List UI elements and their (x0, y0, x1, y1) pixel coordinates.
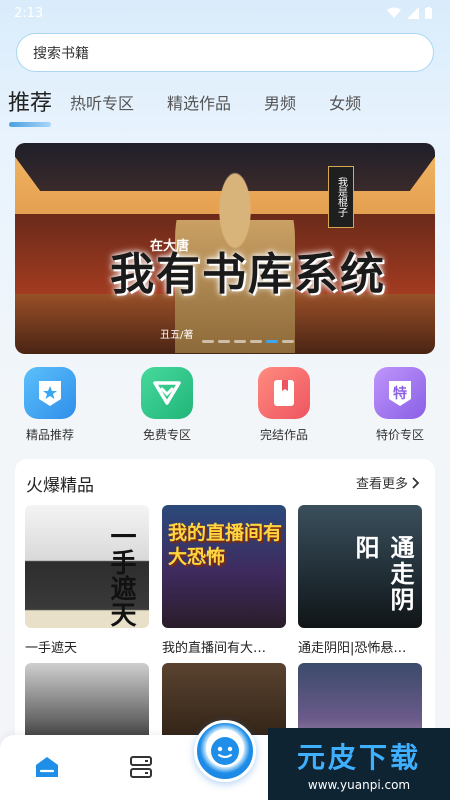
listen-center-icon (211, 737, 239, 765)
chevron-right-icon (412, 476, 420, 489)
svg-text:特: 特 (393, 385, 407, 402)
search-placeholder: 搜索书籍 (33, 45, 89, 62)
banner-author: 丑五/著 (160, 330, 194, 341)
cover-title: 通走阴阳 (351, 535, 415, 613)
see-more-label: 查看更多 (355, 477, 408, 492)
special-price-icon: 特 (374, 367, 426, 419)
status-time: 2:13 (14, 5, 44, 21)
tab-female[interactable]: 女频 (329, 86, 361, 122)
banner-carousel[interactable]: 在大唐 我有书库系统 丑五/著 我是棍子 (15, 143, 435, 354)
tab-featured[interactable]: 精选作品 (167, 86, 231, 122)
carousel-dot[interactable] (282, 340, 294, 343)
book-cover: 一手遮天 (25, 505, 149, 628)
book-cover: 通走阴阳 (298, 505, 422, 628)
entry-special-price[interactable]: 特 特价专区 (360, 367, 440, 443)
status-icons (387, 7, 432, 19)
entry-premium[interactable]: 精品推荐 (10, 367, 90, 443)
book-title: 我的直播间有大… (162, 641, 267, 656)
wifi-icon (387, 7, 401, 18)
signal-icon (407, 7, 419, 19)
carousel-dot[interactable] (218, 340, 230, 343)
book-title: 通走阴阳|恐怖悬… (298, 641, 407, 656)
search-input[interactable]: 搜索书籍 (16, 33, 434, 72)
carousel-dot[interactable] (202, 340, 214, 343)
entry-label: 免费专区 (142, 428, 191, 442)
watermark-main: 元皮下载 (296, 741, 421, 774)
battery-icon (425, 7, 432, 19)
entry-label: 精品推荐 (25, 428, 74, 442)
listen-center-button[interactable] (194, 720, 256, 782)
section-title: 火爆精品 (26, 476, 94, 496)
tab-hot-listen[interactable]: 热听专区 (70, 86, 134, 122)
watermark-url: www.yuanpi.com (307, 778, 411, 792)
category-tabs: 推荐 热听专区 精选作品 男频 女频 (8, 82, 394, 122)
carousel-dot[interactable] (234, 340, 246, 343)
book-cover: 我的直播间有大恐怖 (162, 505, 286, 628)
see-more-link[interactable]: 查看更多 (356, 473, 420, 492)
watermark-logo: 元皮下载 www.yuanpi.com (268, 728, 450, 800)
entry-free[interactable]: 免费专区 (127, 367, 207, 443)
entry-label: 特价专区 (375, 428, 424, 442)
tab-recommend[interactable]: 推荐 (8, 86, 52, 122)
home-icon (36, 757, 58, 777)
book-title: 一手遮天 (25, 641, 78, 656)
book-card[interactable]: 通走阴阳 通走阴阳|恐怖悬… (298, 505, 422, 656)
quick-entries: 精品推荐 免费专区 完结作品 特 特价专区 (0, 367, 450, 447)
nav-home[interactable] (34, 755, 60, 783)
cover-title: 一手遮天 (106, 523, 136, 627)
star-badge-icon (24, 367, 76, 419)
banner-tag: 我是棍子 (328, 166, 354, 228)
book-card[interactable]: 我的直播间有大恐怖 我的直播间有大… (162, 505, 286, 656)
tab-indicator (9, 122, 51, 127)
heart-badge-icon (141, 367, 193, 419)
cover-title: 我的直播间有大恐怖 (168, 522, 283, 568)
book-icon (258, 367, 310, 419)
status-bar: 2:13 (0, 0, 450, 26)
carousel-dot[interactable] (250, 340, 262, 343)
bookshelf-icon (130, 756, 152, 778)
carousel-dots (202, 340, 294, 343)
tab-male[interactable]: 男频 (264, 86, 296, 122)
book-card[interactable]: 一手遮天 一手遮天 (25, 505, 149, 656)
banner-title: 我有书库系统 (110, 249, 386, 300)
entry-completed[interactable]: 完结作品 (244, 367, 324, 443)
entry-label: 完结作品 (259, 428, 308, 442)
carousel-dot-active[interactable] (266, 340, 278, 343)
nav-bookshelf[interactable] (128, 755, 154, 783)
